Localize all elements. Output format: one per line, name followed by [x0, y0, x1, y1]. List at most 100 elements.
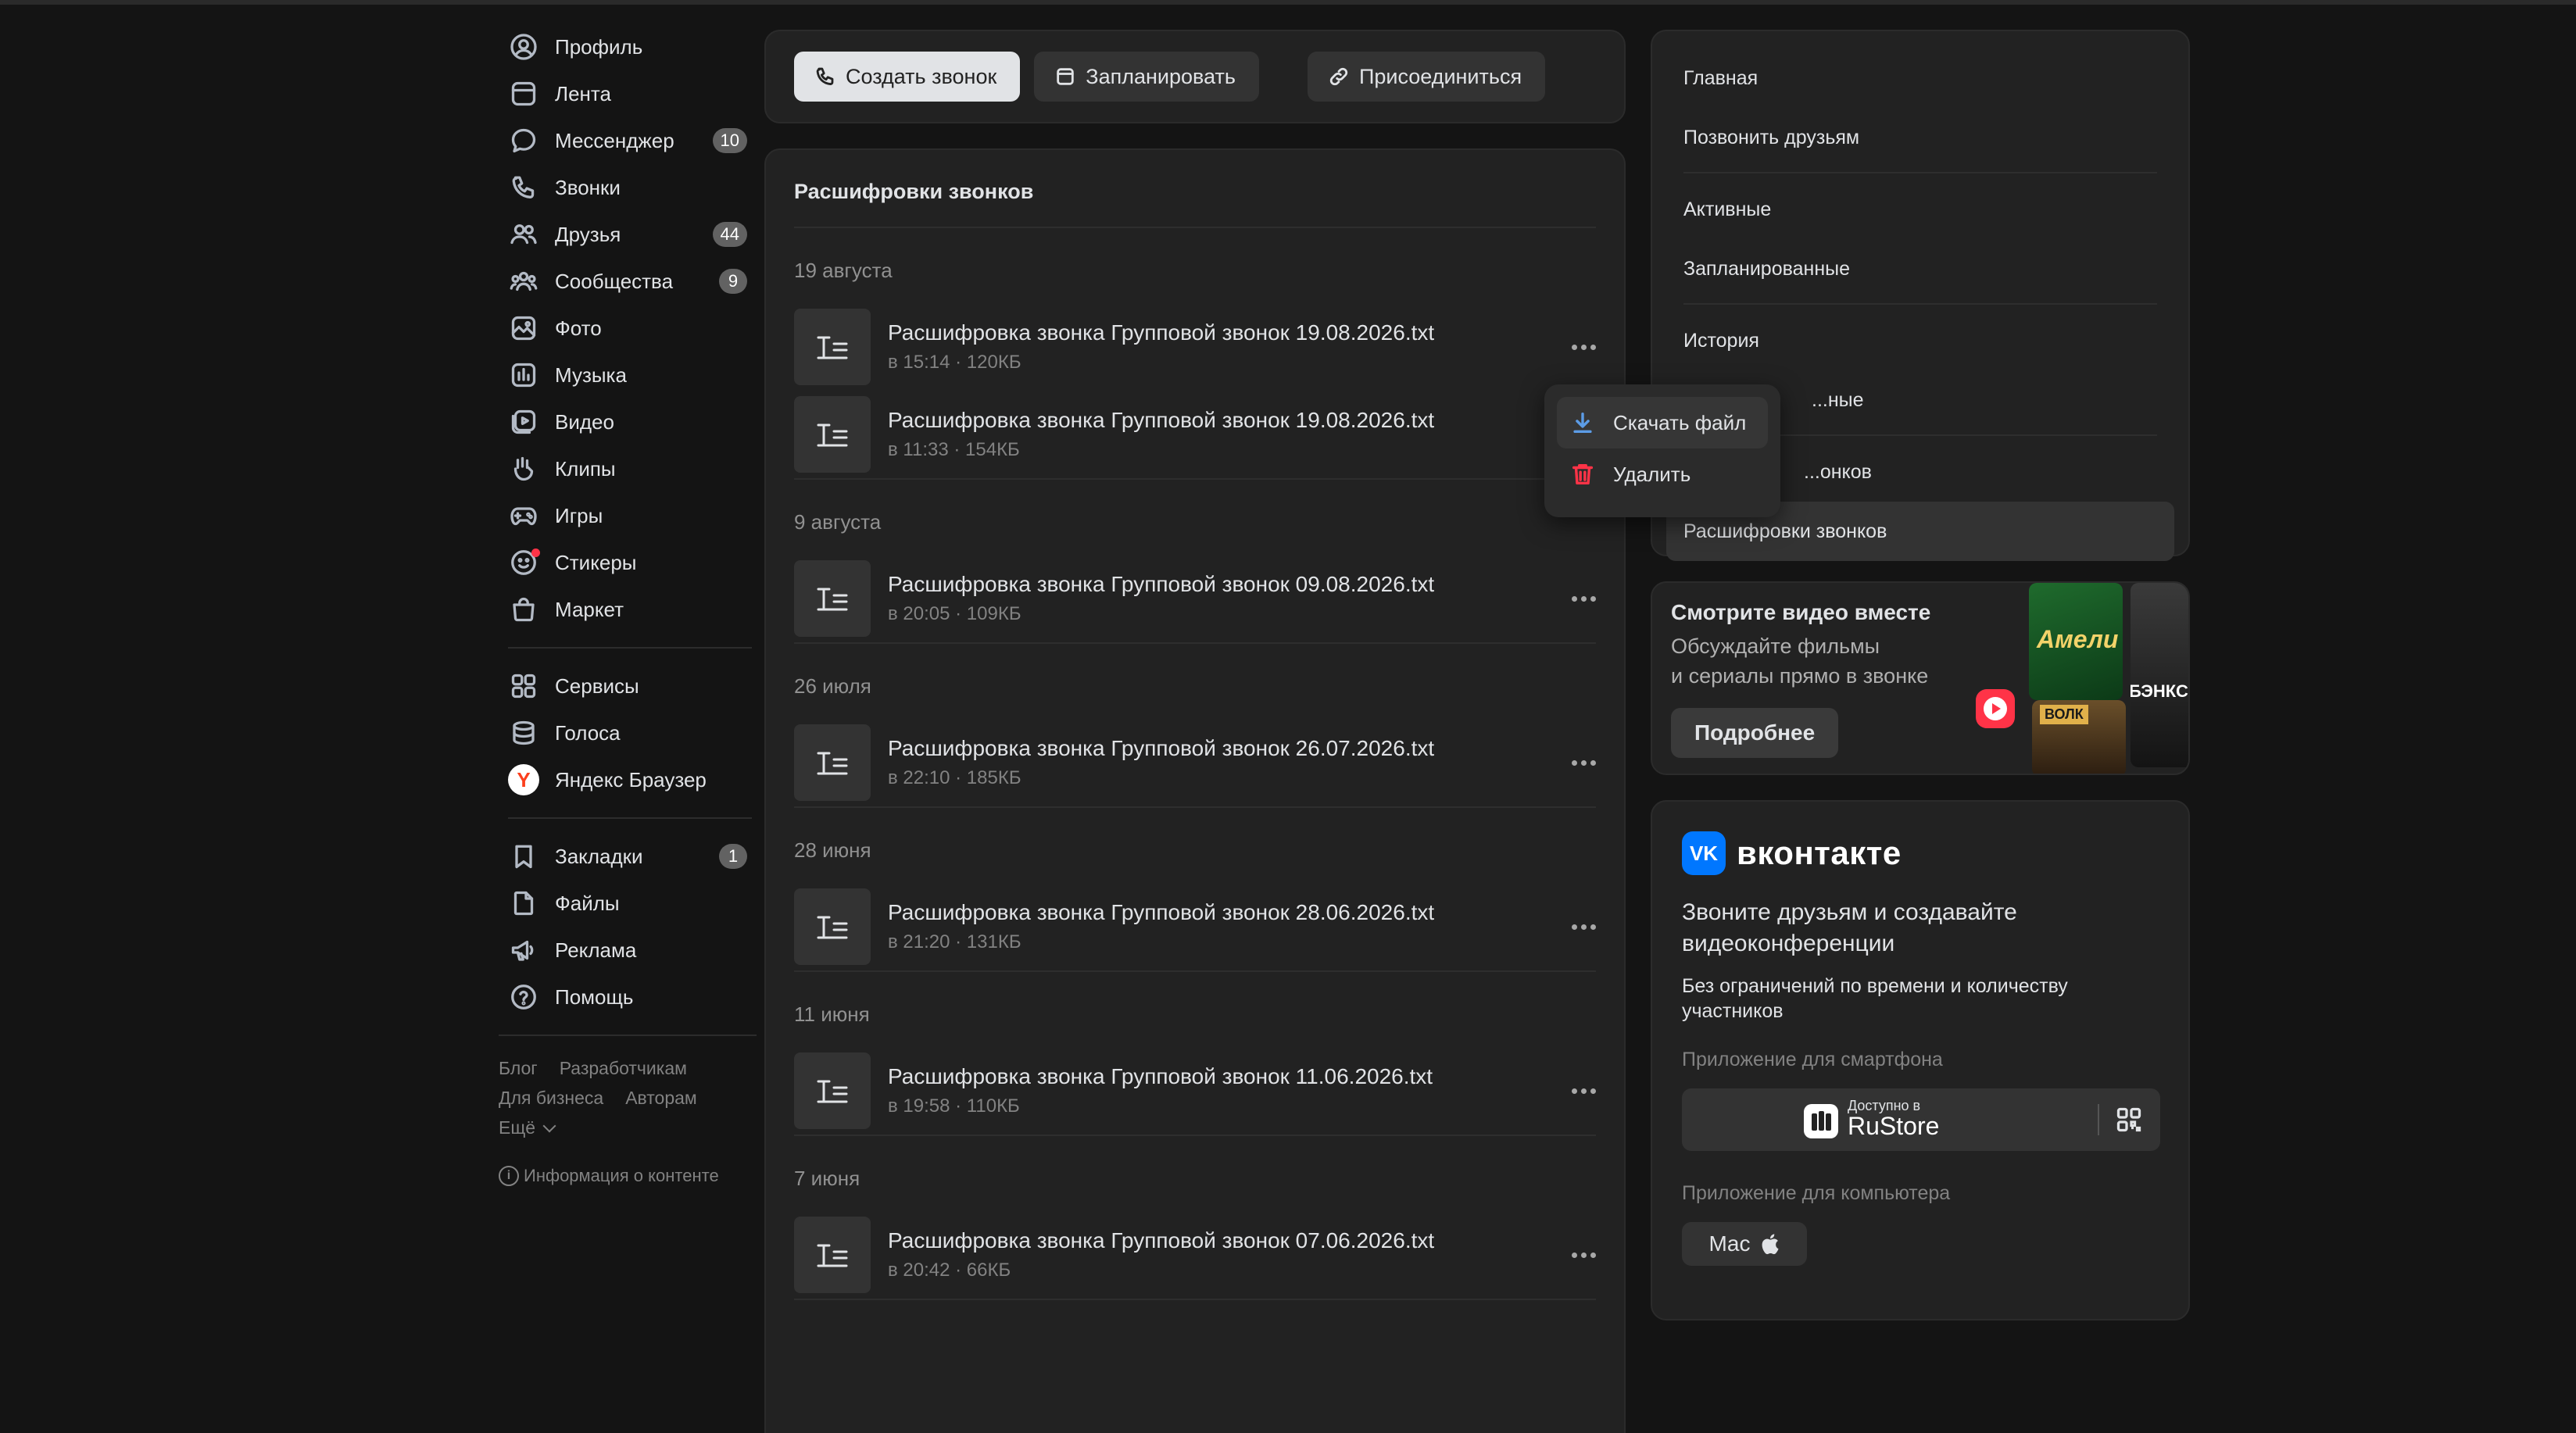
more-dot [1571, 1088, 1577, 1094]
sidebar-item-ads[interactable]: Реклама [499, 927, 757, 974]
sidebar-item-label: Фото [555, 316, 602, 340]
rustore-button[interactable]: Доступно в RuStore [1682, 1088, 2160, 1151]
file-time-size: в 15:14 · 120КБ [888, 352, 1021, 373]
transcript-file-row[interactable]: Расшифровка звонка Групповой звонок 19.0… [794, 391, 1596, 478]
more-dot [1580, 1252, 1587, 1258]
sidebar-item-services[interactable]: Сервисы [499, 663, 757, 709]
count-badge: 44 [712, 222, 747, 247]
more-dot [1571, 759, 1577, 766]
phone-icon [816, 67, 834, 85]
sidebar-item-communities[interactable]: Сообщества 9 [499, 258, 757, 305]
more-dot [1580, 924, 1587, 930]
desktop-app-label: Приложение для компьютера [1682, 1182, 1951, 1204]
more-dot [1590, 595, 1596, 602]
qr-code-icon[interactable] [2115, 1106, 2143, 1134]
divider [499, 1035, 757, 1036]
sidebar-item-market[interactable]: Маркет [499, 586, 757, 633]
sidebar-item-bookmarks[interactable]: Закладки 1 [499, 833, 757, 880]
create-call-button[interactable]: Создать звонок [794, 52, 1021, 102]
call-actions-bar: Создать звонок Запланировать Присоединит… [764, 30, 1626, 123]
sidebar-item-games[interactable]: Игры [499, 492, 757, 539]
footer-link-authors[interactable]: Авторам [625, 1088, 697, 1109]
file-name: Расшифровка звонка Групповой звонок 09.0… [888, 572, 1435, 596]
poster-amelie-title: Амели [2037, 625, 2119, 653]
transcript-date-group: 28 июня Расшифровка звонка Групповой звон… [794, 808, 1596, 972]
more-options-button[interactable] [1563, 1235, 1604, 1275]
date-heading: 7 июня [794, 1167, 860, 1190]
transcript-file-row[interactable]: Расшифровка звонка Групповой звонок 19.0… [794, 303, 1596, 391]
sidebar-item-feed[interactable]: Лента [499, 70, 757, 117]
play-icon [1976, 689, 2015, 728]
sidebar-item-label: Мессенджер [555, 128, 674, 152]
notification-dot [531, 549, 540, 557]
poster-banksy-title: БЭНКСИ [2131, 681, 2188, 701]
sidebar-item-profile[interactable]: Профиль [499, 23, 757, 70]
sidebar-item-music[interactable]: Музыка [499, 352, 757, 398]
more-options-button[interactable] [1563, 906, 1604, 947]
menu-item-history[interactable]: История [1666, 311, 2174, 370]
file-time-size: в 19:58 · 110КБ [888, 1095, 1020, 1117]
footer-links: Блог Разработчикам Для бизнеса Авторам Е… [499, 1053, 757, 1186]
ads-icon [508, 934, 539, 966]
more-dot [1571, 924, 1577, 930]
promo-desc-line2: и сериалы прямо в звонке [1671, 664, 1929, 688]
transcript-file-row[interactable]: Расшифровка звонка Групповой звонок 07.0… [794, 1211, 1596, 1299]
download-icon [1573, 412, 1592, 434]
sidebar-item-video[interactable]: Видео [499, 398, 757, 445]
transcript-file-row[interactable]: Расшифровка звонка Групповой звонок 26.0… [794, 719, 1596, 806]
schedule-call-button[interactable]: Запланировать [1034, 52, 1259, 102]
join-call-button[interactable]: Присоединиться [1307, 52, 1546, 102]
transcript-file-row[interactable]: Расшифровка звонка Групповой звонок 28.0… [794, 883, 1596, 970]
phone-icon [508, 172, 539, 203]
schedule-label: Запланировать [1086, 64, 1236, 88]
footer-link-blog[interactable]: Блог [499, 1058, 538, 1079]
poster-wolf: ВОЛК [2032, 700, 2126, 774]
sidebar-item-label: Реклама [555, 938, 637, 962]
communities-icon [508, 266, 539, 297]
more-options-button[interactable] [1563, 1070, 1604, 1111]
footer-link-business[interactable]: Для бизнеса [499, 1088, 603, 1109]
transcript-file-row[interactable]: Расшифровка звонка Групповой звонок 11.0… [794, 1047, 1596, 1135]
more-options-button[interactable] [1563, 327, 1604, 367]
content-info-link[interactable]: i Информация о контенте [499, 1166, 757, 1186]
divider [1683, 303, 2157, 305]
footer-link-developers[interactable]: Разработчикам [560, 1058, 687, 1079]
sidebar-item-votes[interactable]: Голоса [499, 709, 757, 756]
sidebar-item-stickers[interactable]: Стикеры [499, 539, 757, 586]
mac-download-button[interactable]: Mac [1682, 1222, 1807, 1266]
trash-icon [1572, 463, 1594, 485]
vk-apps-panel: VK вконтакте Звоните друзьям и создавайт… [1651, 800, 2190, 1320]
delete-file-menu-item[interactable]: Удалить [1557, 448, 1768, 500]
sidebar-item-files[interactable]: Файлы [499, 880, 757, 927]
menu-item-scheduled[interactable]: Запланированные [1666, 239, 2174, 298]
promo-title: Смотрите видео вместе [1671, 600, 1931, 624]
file-name: Расшифровка звонка Групповой звонок 19.0… [888, 320, 1435, 345]
sidebar-item-messenger[interactable]: Мессенджер 10 [499, 117, 757, 164]
sidebar-item-calls[interactable]: Звонки [499, 164, 757, 211]
divider [2098, 1104, 2099, 1135]
sidebar-item-help[interactable]: Помощь [499, 974, 757, 1020]
music-icon [508, 359, 539, 391]
sidebar-item-friends[interactable]: Друзья 44 [499, 211, 757, 258]
sidebar-item-label: Стикеры [555, 550, 637, 574]
learn-more-button[interactable]: Подробнее [1671, 708, 1839, 758]
transcript-date-group: 9 августа Расшифровка звонка Групповой зв… [794, 480, 1596, 644]
poster-amelie: Амели [2029, 583, 2123, 700]
sidebar-item-clips[interactable]: Клипы [499, 445, 757, 492]
info-icon: i [499, 1166, 519, 1186]
menu-item-active[interactable]: Активные [1666, 180, 2174, 239]
download-file-menu-item[interactable]: Скачать файл [1557, 397, 1768, 448]
sidebar-item-photo[interactable]: Фото [499, 305, 757, 352]
more-options-button[interactable] [1563, 578, 1604, 619]
poster-banksy: БЭНКСИ [2131, 583, 2188, 767]
transcript-file-row[interactable]: Расшифровка звонка Групповой звонок 09.0… [794, 555, 1596, 642]
menu-item-main[interactable]: Главная [1666, 48, 2174, 108]
text-file-icon [794, 396, 871, 473]
clips-icon [508, 453, 539, 484]
sidebar-item-yandex-browser[interactable]: Y Яндекс Браузер [499, 756, 757, 803]
menu-item-call-friends[interactable]: Позвонить друзьям [1666, 108, 2174, 167]
footer-link-more[interactable]: Ещё [499, 1117, 556, 1138]
more-options-button[interactable] [1563, 742, 1604, 783]
more-dot [1590, 1088, 1596, 1094]
page-title: Расшифровки звонков [794, 150, 1596, 228]
